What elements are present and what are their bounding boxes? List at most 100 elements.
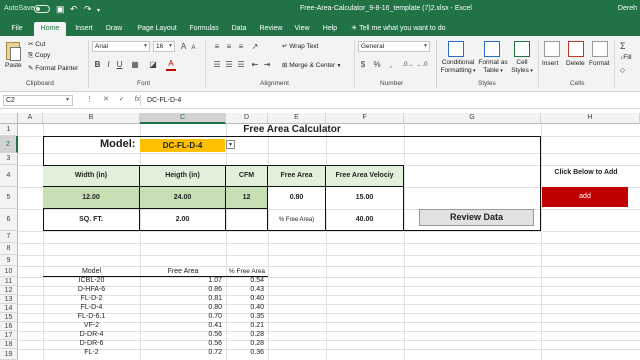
row-header-18[interactable]: 18 — [0, 340, 18, 349]
percent-button[interactable]: % — [372, 60, 382, 70]
copy-button[interactable]: ⎘ Copy — [28, 52, 50, 60]
redo-icon[interactable]: ↷ — [84, 4, 92, 15]
format-cells-icon[interactable] — [592, 41, 608, 57]
increase-decimal-icon[interactable]: .0→ — [402, 60, 414, 70]
fill-color-icon[interactable]: ◪ — [148, 60, 158, 70]
grow-font-icon[interactable]: A — [179, 42, 188, 52]
merge-center-button[interactable]: ⊞ Merge & Center ▼ — [282, 61, 342, 69]
chevron-down-icon[interactable]: ▼ — [226, 140, 235, 149]
add-button[interactable]: add — [542, 187, 628, 207]
tab-help[interactable]: Help — [318, 22, 342, 36]
row-header-8[interactable]: 8 — [0, 243, 18, 255]
orientation-icon[interactable]: ↗ — [250, 42, 260, 52]
column-header-g[interactable]: G — [404, 113, 541, 124]
number-format-select[interactable]: General ▼ — [358, 41, 430, 52]
cfm-input[interactable]: 12 — [226, 187, 268, 209]
tab-home[interactable]: Home — [34, 22, 66, 36]
height-input[interactable]: 24.00 — [140, 187, 226, 209]
cut-button[interactable]: ✂ Cut — [28, 40, 45, 48]
row-header-13[interactable]: 13 — [0, 295, 18, 304]
wrap-text-button[interactable]: ↵ Wrap Text — [282, 42, 318, 50]
tab-draw[interactable]: Draw — [102, 22, 126, 36]
format-as-table-icon[interactable] — [484, 41, 500, 57]
shrink-font-icon[interactable]: A — [189, 43, 198, 53]
customize-qat-icon[interactable]: ▾ — [97, 7, 100, 14]
column-header-e[interactable]: E — [268, 113, 326, 124]
user-name[interactable]: Dereh — [618, 5, 637, 12]
cell-styles-icon[interactable] — [514, 41, 530, 57]
list-cell[interactable]: 0.72 — [140, 347, 222, 358]
width-input[interactable]: 12.00 — [43, 187, 140, 209]
font-color-button[interactable]: A — [166, 59, 176, 71]
row-header-2[interactable]: 2 — [0, 136, 18, 153]
borders-icon[interactable]: ▦ — [130, 60, 140, 70]
delete-cells-icon[interactable] — [568, 41, 584, 57]
column-header-d[interactable]: D — [226, 113, 268, 124]
tab-formulas[interactable]: Formulas — [186, 22, 222, 36]
delete-cells-button[interactable]: Delete — [566, 60, 585, 67]
select-all-corner[interactable] — [0, 113, 18, 124]
row-header-16[interactable]: 16 — [0, 322, 18, 331]
cancel-icon[interactable]: ✕ — [103, 96, 109, 103]
column-header-f[interactable]: F — [326, 113, 404, 124]
row-header-1[interactable]: 1 — [0, 124, 18, 136]
paste-icon[interactable] — [6, 42, 21, 61]
tab-insert[interactable]: Insert — [70, 22, 98, 36]
insert-cells-icon[interactable] — [544, 41, 560, 57]
comma-button[interactable]: , — [386, 60, 396, 70]
decrease-indent-icon[interactable]: ⇤ — [250, 60, 260, 70]
currency-button[interactable]: $ — [358, 60, 368, 70]
tab-view[interactable]: View — [290, 22, 314, 36]
format-painter-button[interactable]: ✎ Format Painter — [28, 64, 78, 72]
row-header-12[interactable]: 12 — [0, 286, 18, 295]
align-bottom-icon[interactable]: ≡ — [236, 42, 246, 52]
row-header-19[interactable]: 19 — [0, 349, 18, 360]
list-cell[interactable]: FL-2 — [43, 347, 140, 358]
list-cell[interactable]: 0.36 — [226, 347, 264, 358]
tab-page-layout[interactable]: Page Layout — [132, 22, 182, 36]
row-header-3[interactable]: 3 — [0, 153, 18, 165]
autosum-button[interactable]: Σ — [620, 41, 626, 51]
formula-input[interactable]: DC-FL-D-4 — [140, 95, 636, 106]
paste-button[interactable]: Paste — [5, 62, 22, 69]
name-box[interactable]: C2 ▼ — [3, 95, 73, 106]
row-header-14[interactable]: 14 — [0, 304, 18, 313]
fill-button[interactable]: ↓Fill — [620, 54, 632, 61]
underline-button[interactable]: U — [115, 60, 124, 70]
clear-button[interactable]: ◇ — [620, 66, 625, 74]
align-top-icon[interactable]: ≡ — [212, 42, 222, 52]
autosave-toggle[interactable] — [34, 5, 50, 13]
align-center-icon[interactable]: ☰ — [224, 60, 234, 70]
enter-icon[interactable]: ✓ — [119, 96, 125, 103]
row-header-17[interactable]: 17 — [0, 331, 18, 340]
save-icon[interactable]: ▣ — [56, 4, 65, 15]
insert-cells-button[interactable]: Insert — [542, 60, 558, 67]
row-header-11[interactable]: 11 — [0, 277, 18, 286]
tab-review[interactable]: Review — [256, 22, 286, 36]
font-size-select[interactable]: 16 ▼ — [153, 41, 175, 52]
column-header-c[interactable]: C — [140, 113, 226, 124]
font-name-select[interactable]: Arial ▼ — [92, 41, 150, 52]
tab-data[interactable]: Data — [226, 22, 252, 36]
column-header-b[interactable]: B — [43, 113, 140, 124]
decrease-decimal-icon[interactable]: ←.0 — [416, 60, 428, 70]
align-left-icon[interactable]: ☰ — [212, 60, 222, 70]
conditional-formatting-button[interactable]: Conditional Formatting ▾ — [440, 59, 476, 75]
column-header-h[interactable]: H — [541, 113, 640, 124]
model-dropdown-value[interactable]: DC-FL-D-4 — [140, 139, 225, 152]
align-middle-icon[interactable]: ≡ — [224, 42, 234, 52]
tab-file[interactable]: File — [4, 22, 30, 36]
italic-button[interactable]: I — [104, 60, 113, 70]
tell-me-search[interactable]: ☀ Tell me what you want to do — [351, 22, 446, 36]
format-cells-button[interactable]: Format — [589, 60, 610, 67]
undo-icon[interactable]: ↶ — [70, 4, 78, 15]
format-as-table-button[interactable]: Format as Table ▾ — [478, 59, 508, 75]
row-header-15[interactable]: 15 — [0, 313, 18, 322]
column-header-a[interactable]: A — [18, 113, 43, 124]
increase-indent-icon[interactable]: ⇥ — [262, 60, 272, 70]
conditional-formatting-icon[interactable] — [448, 41, 464, 57]
align-right-icon[interactable]: ☰ — [236, 60, 246, 70]
cell-styles-button[interactable]: Cell Styles ▾ — [510, 59, 534, 75]
row-header-9[interactable]: 9 — [0, 255, 18, 266]
row-header-5[interactable]: 5 — [0, 187, 18, 209]
